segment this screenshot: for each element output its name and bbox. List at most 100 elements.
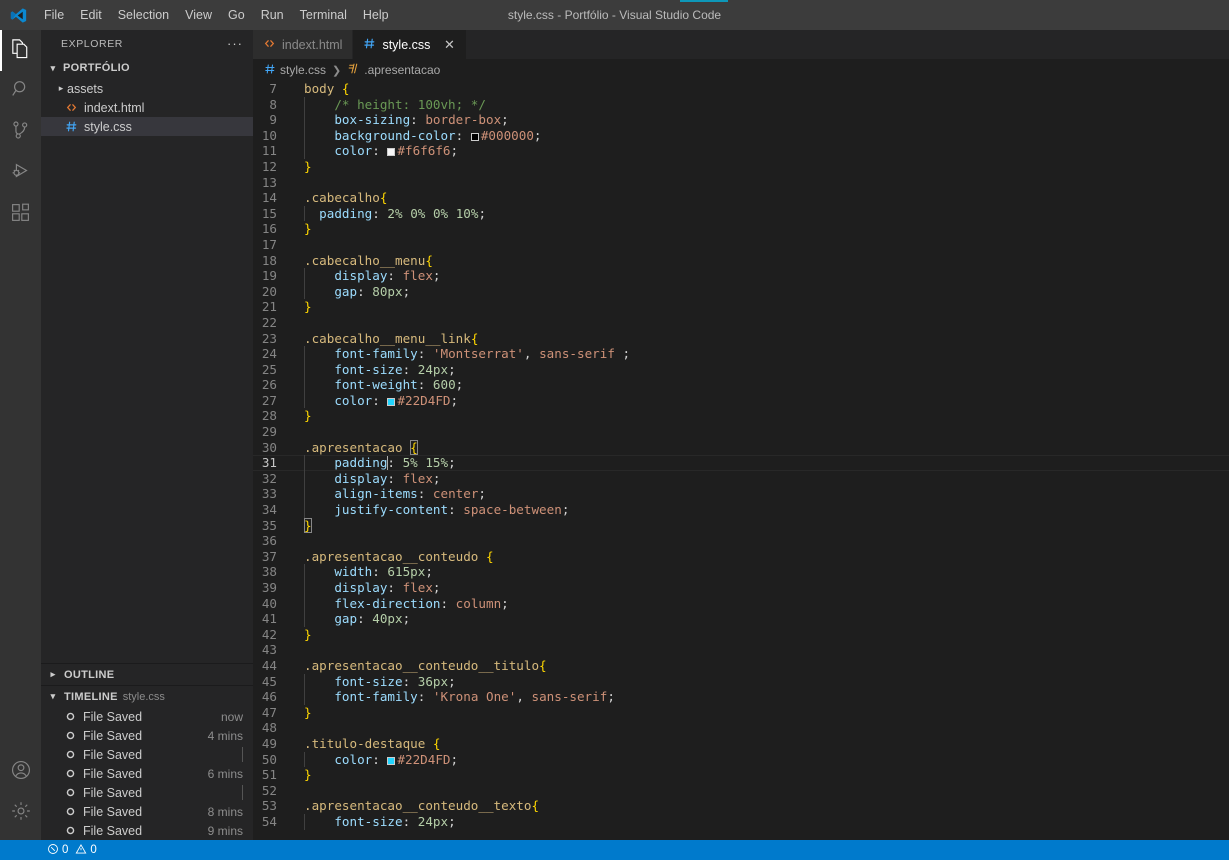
code-line[interactable]: 27 color: #22D4FD; bbox=[253, 392, 1229, 409]
code-line[interactable]: 20 gap: 80px; bbox=[253, 283, 1229, 300]
code-line[interactable]: 34 justify-content: space-between; bbox=[253, 502, 1229, 518]
code-line[interactable]: 39 display: flex; bbox=[253, 580, 1229, 596]
account-icon bbox=[10, 759, 32, 786]
code-line[interactable]: 9 box-sizing: border-box; bbox=[253, 112, 1229, 128]
code-line[interactable]: 28} bbox=[253, 408, 1229, 424]
tab-style-css[interactable]: style.css ✕ bbox=[353, 30, 468, 59]
code-line[interactable]: 29 bbox=[253, 424, 1229, 440]
code-line[interactable]: 33 align-items: center; bbox=[253, 486, 1229, 503]
code-line[interactable]: 8 /* height: 100vh; */ bbox=[253, 96, 1229, 113]
status-problems[interactable]: 0 0 bbox=[41, 840, 103, 860]
line-number: 46 bbox=[261, 689, 277, 705]
code-line[interactable]: 23 .cabecalho__menu__link{ bbox=[253, 331, 1229, 347]
line-number: 17 bbox=[261, 236, 277, 252]
activity-item-explorer[interactable] bbox=[0, 30, 41, 71]
activity-item-extensions[interactable] bbox=[0, 194, 41, 235]
token-punc: : bbox=[387, 580, 403, 595]
line-content: justify-content: space-between; bbox=[297, 502, 569, 518]
token-punc: : bbox=[387, 455, 403, 471]
menu-item-terminal[interactable]: Terminal bbox=[292, 4, 355, 26]
color-swatch[interactable] bbox=[387, 397, 396, 406]
code-line[interactable]: 37 .apresentacao__conteudo { bbox=[253, 549, 1229, 565]
line-content: display: flex; bbox=[297, 268, 441, 284]
code-line[interactable]: 19 display: flex; bbox=[253, 268, 1229, 284]
code-line[interactable]: 12} bbox=[253, 159, 1229, 175]
code-line[interactable]: 26 font-weight: 600; bbox=[253, 377, 1229, 393]
code-line[interactable]: 42} bbox=[253, 627, 1229, 643]
code-line[interactable]: 22 bbox=[253, 315, 1229, 331]
code-line[interactable]: 14 .cabecalho{ bbox=[253, 190, 1229, 206]
code-line[interactable]: 30 .apresentacao { bbox=[253, 439, 1229, 456]
code-line[interactable]: 32 display: flex; bbox=[253, 470, 1229, 487]
token-brace: } bbox=[304, 221, 312, 237]
code-line[interactable]: 47} bbox=[253, 705, 1229, 721]
token-prop: padding bbox=[304, 205, 373, 221]
code-line[interactable]: 41 gap: 40px; bbox=[253, 611, 1229, 627]
timeline-item[interactable]: File Saved bbox=[41, 745, 253, 764]
code-line[interactable]: 10 background-color: #000000; bbox=[253, 127, 1229, 144]
code-line[interactable]: 16} bbox=[253, 221, 1229, 237]
menu-item-run[interactable]: Run bbox=[253, 4, 292, 26]
menu-item-help[interactable]: Help bbox=[355, 4, 397, 26]
color-swatch[interactable] bbox=[387, 756, 396, 765]
code-line[interactable]: 7 body { bbox=[253, 81, 1229, 97]
error-circle-icon bbox=[47, 843, 59, 858]
activity-item-settings[interactable] bbox=[0, 793, 41, 834]
tab-indext-html[interactable]: indext.html bbox=[253, 30, 354, 59]
tree-item-style-css[interactable]: style.css bbox=[41, 117, 253, 136]
activity-item-source-control[interactable] bbox=[0, 112, 41, 153]
code-line[interactable]: 46 font-family: 'Krona One', sans-serif; bbox=[253, 689, 1229, 705]
code-line[interactable]: 13 bbox=[253, 175, 1229, 191]
timeline-item[interactable]: File Saved 4 mins bbox=[41, 726, 253, 745]
code-line[interactable]: 25 font-size: 24px; bbox=[253, 361, 1229, 378]
menu-item-selection[interactable]: Selection bbox=[110, 4, 177, 26]
code-line[interactable]: 35} bbox=[253, 517, 1229, 534]
menu-item-go[interactable]: Go bbox=[220, 4, 253, 26]
code-line[interactable]: 49 .titulo-destaque { bbox=[253, 736, 1229, 752]
code-line[interactable]: 36 bbox=[253, 533, 1229, 549]
folder-root-portfolio[interactable]: ▾ PORTFÓLIO bbox=[41, 57, 253, 79]
code-line[interactable]: 52 bbox=[253, 783, 1229, 799]
code-line[interactable]: 44 .apresentacao__conteudo__titulo{ bbox=[253, 658, 1229, 674]
code-line[interactable]: 38 width: 615px; bbox=[253, 564, 1229, 580]
breadcrumb-item-file[interactable]: style.css bbox=[264, 63, 326, 78]
tree-item-indext-html[interactable]: indext.html bbox=[41, 98, 253, 117]
menu-item-view[interactable]: View bbox=[177, 4, 220, 26]
code-line[interactable]: 11 color: #f6f6f6; bbox=[253, 143, 1229, 159]
code-lines[interactable]: 7 body {8 /* height: 100vh; */9 box-sizin… bbox=[253, 81, 1229, 830]
code-line[interactable]: 24 font-family: 'Montserrat', sans-serif… bbox=[253, 346, 1229, 362]
breadcrumb-item-symbol[interactable]: .apresentacao bbox=[347, 62, 440, 78]
code-line[interactable]: 21} bbox=[253, 299, 1229, 315]
menu-item-file[interactable]: File bbox=[36, 4, 72, 26]
close-icon[interactable]: ✕ bbox=[442, 37, 456, 53]
code-line[interactable]: 40 flex-direction: column; bbox=[253, 595, 1229, 612]
panel-outline[interactable]: ▸ OUTLINE bbox=[41, 663, 253, 685]
activity-item-run-debug[interactable] bbox=[0, 153, 41, 194]
color-swatch[interactable] bbox=[470, 132, 479, 141]
code-line[interactable]: 45 font-size: 36px; bbox=[253, 673, 1229, 690]
panel-timeline[interactable]: ▾ TIMELINE style.css bbox=[41, 685, 253, 707]
activity-item-search[interactable] bbox=[0, 71, 41, 112]
timeline-item[interactable]: File Saved bbox=[41, 783, 253, 802]
timeline-item[interactable]: File Saved 6 mins bbox=[41, 764, 253, 783]
code-line[interactable]: 50 color: #22D4FD; bbox=[253, 751, 1229, 768]
timeline-item[interactable]: File Saved 9 mins bbox=[41, 821, 253, 840]
menu-item-edit[interactable]: Edit bbox=[72, 4, 110, 26]
code-line[interactable]: 15 padding: 2% 0% 0% 10%; bbox=[253, 205, 1229, 222]
code-line[interactable]: 51} bbox=[253, 767, 1229, 783]
code-editor[interactable]: 7 body {8 /* height: 100vh; */9 box-sizin… bbox=[253, 81, 1229, 840]
code-line[interactable]: 53 .apresentacao__conteudo__texto{ bbox=[253, 798, 1229, 814]
activity-item-accounts[interactable] bbox=[0, 752, 41, 793]
color-swatch[interactable] bbox=[387, 148, 396, 157]
code-line[interactable]: 18 .cabecalho__menu{ bbox=[253, 253, 1229, 269]
line-content: font-size: 24px; bbox=[297, 813, 456, 830]
code-line[interactable]: 17 bbox=[253, 237, 1229, 253]
timeline-item[interactable]: File Saved 8 mins bbox=[41, 802, 253, 821]
code-line[interactable]: 43 bbox=[253, 642, 1229, 658]
code-line[interactable]: 48 bbox=[253, 720, 1229, 736]
code-line[interactable]: 31 padding: 5% 15%; bbox=[253, 455, 1229, 471]
tree-item-assets[interactable]: ▸ assets bbox=[41, 79, 253, 98]
timeline-item[interactable]: File Saved now bbox=[41, 707, 253, 726]
sidebar-more-actions-button[interactable]: ··· bbox=[227, 36, 243, 51]
code-line[interactable]: 54 font-size: 24px; bbox=[253, 813, 1229, 830]
